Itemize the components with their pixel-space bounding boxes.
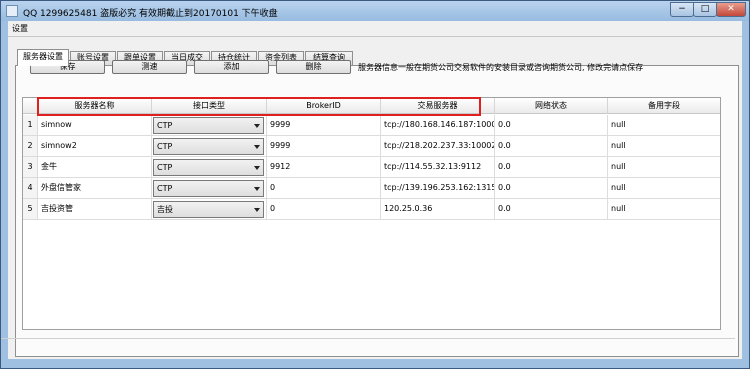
cell-spare-field[interactable]: null: [608, 199, 720, 220]
cell-trade-server[interactable]: tcp://180.168.146.187:10000: [381, 115, 495, 136]
cell-interface-type: 吉投: [152, 199, 267, 220]
cell-server-name[interactable]: 吉投资管: [38, 199, 152, 220]
cell-trade-server[interactable]: tcp://218.202.237.33:10002: [381, 136, 495, 157]
cell-network-status[interactable]: 0.0: [495, 199, 608, 220]
interface-type-value: 吉投: [157, 205, 173, 214]
cell-trade-server[interactable]: 120.25.0.36: [381, 199, 495, 220]
close-button[interactable]: ✕: [716, 2, 746, 17]
cell-interface-type: CTP: [152, 115, 267, 136]
speed-test-button[interactable]: 测速: [112, 60, 187, 74]
cell-broker-id[interactable]: 0: [267, 199, 381, 220]
server-table: 服务器名称 接口类型 BrokerID 交易服务器 网络状态 备用字段 1 si…: [22, 97, 721, 330]
table-row[interactable]: 3 金牛 CTP 9912 tcp://114.55.32.13:9112 0.…: [23, 157, 720, 178]
interface-type-value: CTP: [157, 121, 173, 130]
cell-broker-id[interactable]: 9912: [267, 157, 381, 178]
row-number: 2: [23, 136, 38, 157]
header-broker-id[interactable]: BrokerID: [267, 98, 381, 114]
cell-broker-id[interactable]: 9999: [267, 115, 381, 136]
chevron-down-icon: [254, 187, 260, 191]
cell-trade-server[interactable]: tcp://139.196.253.162:13159: [381, 178, 495, 199]
table-row[interactable]: 1 simnow CTP 9999 tcp://180.168.146.187:…: [23, 115, 720, 136]
app-window: QQ 1299625481 盗版必究 有效期截止到20170101 下午收盘 −…: [0, 0, 750, 369]
table-row[interactable]: 4 外盘信管家 CTP 0 tcp://139.196.253.162:1315…: [23, 178, 720, 199]
table-row[interactable]: 2 simnow2 CTP 9999 tcp://218.202.237.33:…: [23, 136, 720, 157]
cell-spare-field[interactable]: null: [608, 136, 720, 157]
chevron-down-icon: [254, 145, 260, 149]
title-bar[interactable]: QQ 1299625481 盗版必究 有效期截止到20170101 下午收盘 −…: [1, 1, 749, 21]
cell-server-name[interactable]: 外盘信管家: [38, 178, 152, 199]
bottom-border: [1, 338, 735, 339]
cell-spare-field[interactable]: null: [608, 157, 720, 178]
header-interface-type[interactable]: 接口类型: [152, 98, 267, 114]
app-icon: [6, 5, 18, 17]
cell-spare-field[interactable]: null: [608, 115, 720, 136]
cell-network-status[interactable]: 0.0: [495, 157, 608, 178]
row-number: 1: [23, 115, 38, 136]
interface-type-value: CTP: [157, 142, 173, 151]
cell-interface-type: CTP: [152, 136, 267, 157]
table-row[interactable]: 5 吉投资管 吉投 0 120.25.0.36 0.0 null: [23, 199, 720, 220]
menu-divider: [8, 36, 742, 37]
chevron-down-icon: [254, 208, 260, 212]
header-trade-server[interactable]: 交易服务器: [381, 98, 495, 114]
interface-type-dropdown[interactable]: CTP: [153, 117, 264, 134]
cell-server-name[interactable]: simnow: [38, 115, 152, 136]
cell-network-status[interactable]: 0.0: [495, 115, 608, 136]
tab-server-settings[interactable]: 服务器设置: [17, 49, 69, 66]
cell-server-name[interactable]: simnow2: [38, 136, 152, 157]
cell-network-status[interactable]: 0.0: [495, 136, 608, 157]
window-title: QQ 1299625481 盗版必究 有效期截止到20170101 下午收盘: [23, 9, 278, 19]
interface-type-dropdown[interactable]: CTP: [153, 159, 264, 176]
cell-interface-type: CTP: [152, 157, 267, 178]
menu-bar: 设置: [8, 21, 742, 36]
header-server-name[interactable]: 服务器名称: [38, 98, 152, 114]
cell-spare-field[interactable]: null: [608, 178, 720, 199]
maximize-button[interactable]: □: [693, 2, 717, 17]
cell-server-name[interactable]: 金牛: [38, 157, 152, 178]
header-spare-field[interactable]: 备用字段: [608, 98, 720, 114]
interface-type-dropdown[interactable]: CTP: [153, 138, 264, 155]
row-number-header: [23, 98, 38, 114]
interface-type-value: CTP: [157, 184, 173, 193]
chevron-down-icon: [254, 166, 260, 170]
interface-type-value: CTP: [157, 163, 173, 172]
minimize-button[interactable]: −: [670, 2, 694, 17]
row-number: 5: [23, 199, 38, 220]
header-network-status[interactable]: 网络状态: [495, 98, 608, 114]
interface-type-dropdown[interactable]: 吉投: [153, 201, 264, 218]
cell-broker-id[interactable]: 0: [267, 178, 381, 199]
cell-trade-server[interactable]: tcp://114.55.32.13:9112: [381, 157, 495, 178]
cell-network-status[interactable]: 0.0: [495, 178, 608, 199]
add-button[interactable]: 添加: [194, 60, 269, 74]
cell-broker-id[interactable]: 9999: [267, 136, 381, 157]
cell-interface-type: CTP: [152, 178, 267, 199]
row-number: 4: [23, 178, 38, 199]
server-info-note: 服务器信息一般在期货公司交易软件的安装目录或咨询期货公司, 修改完请点保存: [358, 63, 644, 72]
chevron-down-icon: [254, 124, 260, 128]
menu-settings[interactable]: 设置: [12, 23, 28, 34]
delete-button[interactable]: 删除: [276, 60, 351, 74]
interface-type-dropdown[interactable]: CTP: [153, 180, 264, 197]
row-number: 3: [23, 157, 38, 178]
